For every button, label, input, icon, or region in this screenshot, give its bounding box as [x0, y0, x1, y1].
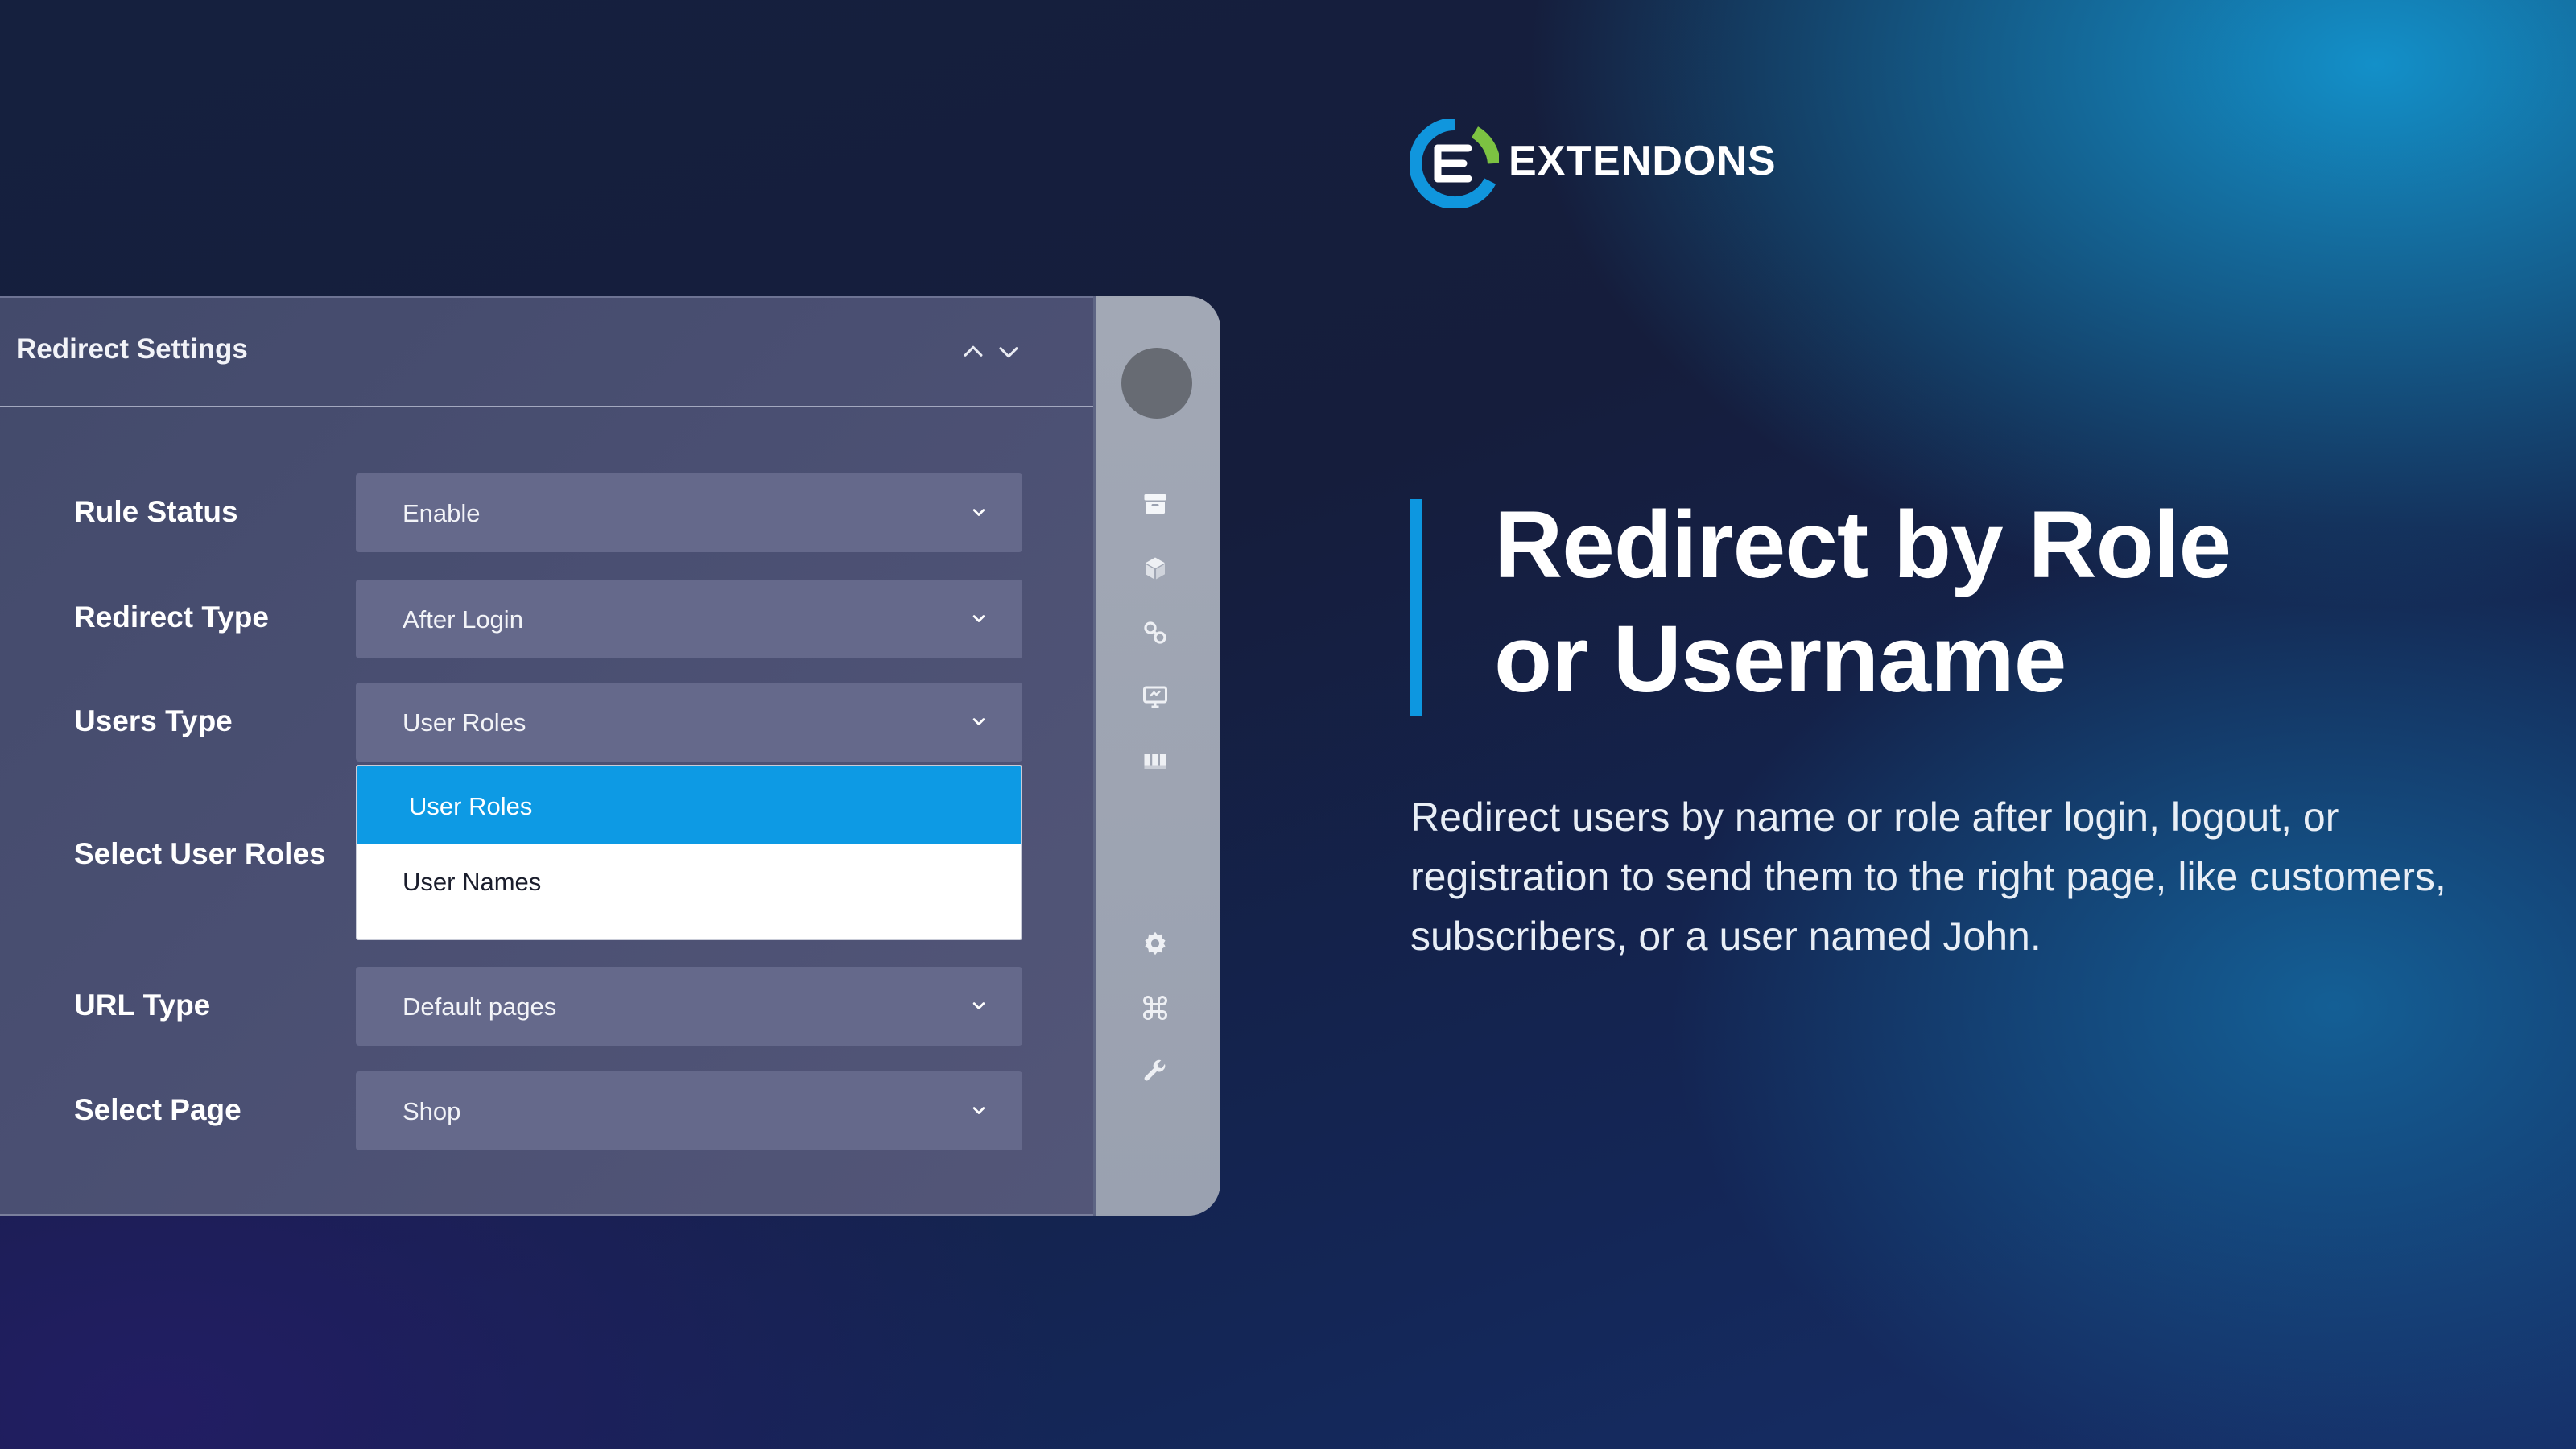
panel-header: Redirect Settings: [0, 298, 1093, 407]
users-type-label: Users Type: [74, 704, 233, 737]
hero-headline: Redirect by Role or Username: [1494, 488, 2380, 716]
admin-sidebar: [1093, 296, 1220, 1216]
extendons-logo: [1409, 118, 1501, 209]
headline-accent-bar: [1410, 499, 1422, 716]
rule-status-value: Enable: [402, 499, 481, 527]
dropdown-option-user-roles[interactable]: User Roles: [357, 766, 1021, 844]
select-page-label: Select Page: [74, 1093, 242, 1126]
archive-icon[interactable]: [1141, 489, 1170, 518]
url-type-select[interactable]: Default pages: [356, 967, 1022, 1046]
select-page-value: Shop: [402, 1097, 461, 1125]
redirect-type-select[interactable]: After Login: [356, 580, 1022, 658]
panel-title: Redirect Settings: [16, 333, 248, 365]
monitor-icon[interactable]: [1141, 683, 1170, 712]
redirect-type-label: Redirect Type: [74, 601, 269, 634]
users-type-value: User Roles: [402, 708, 526, 737]
brand-name: EXTENDONS: [1509, 138, 1777, 184]
link-icon[interactable]: [1141, 618, 1170, 647]
users-type-select[interactable]: User Roles: [356, 683, 1022, 762]
gear-icon[interactable]: [1141, 929, 1170, 958]
dropdown-option-user-names[interactable]: User Names: [357, 844, 1021, 921]
avatar[interactable]: [1121, 348, 1192, 419]
redirect-type-value: After Login: [402, 605, 523, 634]
chevron-down-icon[interactable]: [995, 338, 1022, 365]
select-user-roles-label: Select User Roles: [74, 837, 326, 870]
rule-status-label: Rule Status: [74, 495, 238, 528]
command-icon[interactable]: [1141, 993, 1170, 1022]
chevron-down-icon: [968, 501, 990, 523]
cube-icon[interactable]: [1141, 554, 1170, 583]
url-type-value: Default pages: [402, 993, 557, 1021]
chevron-up-icon[interactable]: [960, 338, 987, 365]
chevron-down-icon: [968, 994, 990, 1017]
chevron-down-icon: [968, 710, 990, 733]
columns-icon[interactable]: [1141, 747, 1170, 776]
headline-line-1: Redirect by Role: [1494, 492, 2231, 598]
users-type-dropdown: User Roles User Names: [356, 765, 1022, 940]
select-page-select[interactable]: Shop: [356, 1071, 1022, 1150]
rule-status-select[interactable]: Enable: [356, 473, 1022, 552]
hero-description: Redirect users by name or role after log…: [1410, 795, 2446, 959]
wrench-icon[interactable]: [1141, 1056, 1170, 1085]
url-type-label: URL Type: [74, 989, 211, 1022]
chevron-down-icon: [968, 1099, 990, 1121]
headline-line-2: or Username: [1494, 606, 2066, 712]
chevron-down-icon: [968, 607, 990, 630]
